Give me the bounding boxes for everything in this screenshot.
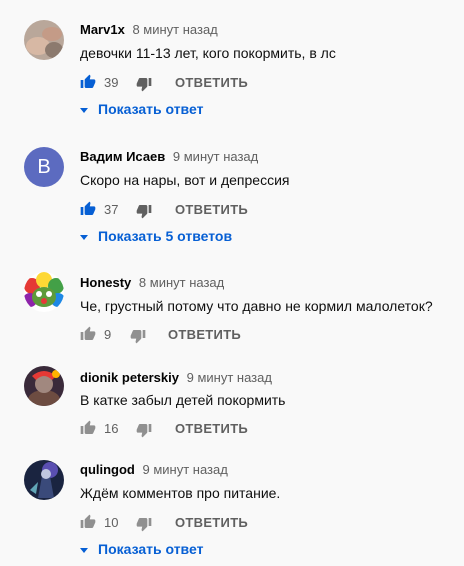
like-count: 39 (104, 75, 119, 90)
comment-text: Скоро на нары, вот и депрессия (80, 172, 290, 188)
comment: Honesty 8 минут назад Че, грустный потом… (0, 260, 464, 360)
comment: Marv1x 8 минут назад девочки 11-13 лет, … (0, 0, 464, 130)
chevron-down-icon (80, 234, 88, 240)
reply-button[interactable]: ОТВЕТИТЬ (175, 421, 248, 436)
thumb-up-icon[interactable] (80, 201, 96, 217)
comment-header: Вадим Исаев 9 минут назад (80, 149, 258, 164)
thumb-up-icon[interactable] (80, 514, 96, 530)
author-name[interactable]: qulingod (80, 462, 135, 477)
reply-button[interactable]: ОТВЕТИТЬ (168, 327, 241, 342)
thumb-up-icon[interactable] (80, 420, 96, 436)
chevron-down-icon (80, 107, 88, 113)
comment-time[interactable]: 9 минут назад (143, 462, 228, 477)
comment-header: dionik peterskiy 9 минут назад (80, 370, 272, 385)
show-replies-label: Показать 5 ответов (98, 228, 233, 244)
comment-text: девочки 11-13 лет, кого покормить, в лс (80, 45, 336, 61)
thumb-up-icon[interactable] (80, 74, 96, 90)
like-count: 10 (104, 515, 119, 530)
show-replies-label: Показать ответ (98, 101, 204, 117)
reply-button[interactable]: ОТВЕТИТЬ (175, 75, 248, 90)
thumb-up-icon[interactable] (80, 326, 96, 342)
author-name[interactable]: Marv1x (80, 22, 125, 37)
show-replies-button[interactable]: Показать ответ (80, 101, 203, 119)
show-replies-label: Показать ответ (98, 541, 204, 557)
thumb-down-icon[interactable] (136, 516, 152, 532)
comment-text: В катке забыл детей покормить (80, 392, 286, 408)
thumb-down-icon[interactable] (130, 328, 146, 344)
comment-time[interactable]: 8 минут назад (139, 275, 224, 290)
avatar[interactable] (24, 366, 64, 406)
reply-button[interactable]: ОТВЕТИТЬ (175, 202, 248, 217)
comment-text: Ждём комментов про питание. (80, 485, 281, 501)
comment-header: qulingod 9 минут назад (80, 462, 228, 477)
avatar-letter: B (37, 156, 51, 178)
comment: B Вадим Исаев 9 минут назад Скоро на нар… (0, 130, 464, 260)
chevron-down-icon (80, 547, 88, 553)
comment-actions: 10 ОТВЕТИТЬ (80, 514, 280, 538)
comment-header: Marv1x 8 минут назад (80, 22, 218, 37)
author-name[interactable]: dionik peterskiy (80, 370, 179, 385)
avatar[interactable] (24, 460, 64, 500)
avatar[interactable]: B (24, 147, 64, 187)
thumb-down-icon[interactable] (136, 422, 152, 438)
comment: dionik peterskiy 9 минут назад В катке з… (0, 360, 464, 455)
comment-time[interactable]: 9 минут назад (187, 370, 272, 385)
like-count: 37 (104, 202, 119, 217)
avatar[interactable] (24, 272, 64, 312)
thumb-down-icon[interactable] (136, 76, 152, 92)
comment-time[interactable]: 9 минут назад (173, 149, 258, 164)
reply-button[interactable]: ОТВЕТИТЬ (175, 515, 248, 530)
comment-actions: 16 ОТВЕТИТЬ (80, 420, 280, 444)
author-name[interactable]: Honesty (80, 275, 131, 290)
comment-actions: 39 ОТВЕТИТЬ (80, 74, 280, 98)
like-count: 16 (104, 421, 119, 436)
comment-time[interactable]: 8 минут назад (132, 22, 217, 37)
thumb-down-icon[interactable] (136, 203, 152, 219)
comment-actions: 9 ОТВЕТИТЬ (80, 326, 280, 350)
comment-actions: 37 ОТВЕТИТЬ (80, 201, 280, 225)
comment-text: Че, грустный потому что давно не кормил … (80, 298, 433, 314)
comment-header: Honesty 8 минут назад (80, 275, 224, 290)
avatar[interactable] (24, 20, 64, 60)
show-replies-button[interactable]: Показать ответ (80, 541, 203, 559)
like-count: 9 (104, 327, 112, 342)
show-replies-button[interactable]: Показать 5 ответов (80, 228, 232, 246)
author-name[interactable]: Вадим Исаев (80, 149, 165, 164)
comment: qulingod 9 минут назад Ждём комментов пр… (0, 455, 464, 566)
